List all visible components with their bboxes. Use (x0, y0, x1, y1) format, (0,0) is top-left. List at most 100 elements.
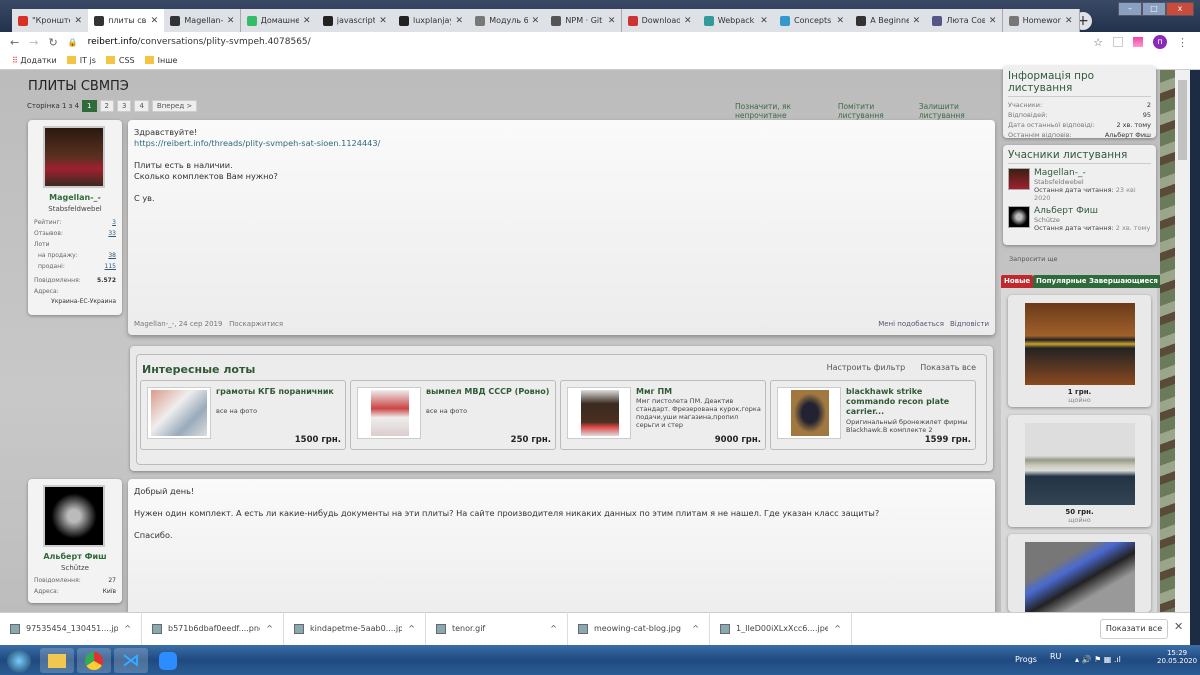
browser-tab[interactable]: плиты свм✕ (88, 9, 166, 32)
close-tab-icon[interactable]: ✕ (151, 16, 159, 26)
download-item[interactable]: tenor.gif ^ (426, 612, 568, 645)
lot-card[interactable]: blackhawk strike commando recon plate ca… (770, 380, 976, 450)
lot-image[interactable] (1024, 542, 1135, 612)
close-tab-icon[interactable]: ✕ (455, 16, 463, 26)
close-tab-icon[interactable]: ✕ (532, 16, 540, 26)
avatar[interactable] (1008, 168, 1030, 190)
language-indicator[interactable]: RU (1050, 652, 1061, 661)
avatar[interactable] (43, 485, 105, 547)
lot-image[interactable] (147, 387, 211, 439)
page-link[interactable]: 3 (116, 100, 132, 112)
vscode-icon[interactable]: ⋊ (114, 648, 148, 673)
stat-link[interactable]: 115 (105, 263, 116, 270)
browser-tab[interactable]: Homework✕ (1002, 9, 1080, 32)
profile-avatar[interactable]: п (1153, 35, 1167, 49)
reload-icon[interactable]: ↻ (48, 36, 57, 49)
page-link[interactable]: 4 (134, 100, 149, 112)
report-link[interactable]: Поскаржитися (229, 320, 283, 328)
zoom-icon[interactable] (151, 648, 185, 673)
download-item[interactable]: b571b6dbaf0eedf....png ^ (142, 612, 284, 645)
lot-image[interactable] (357, 387, 421, 439)
stat-link[interactable]: 3 (112, 219, 116, 226)
chevron-up-icon[interactable]: ^ (124, 624, 131, 633)
show-all-downloads-button[interactable]: Показати все (1100, 619, 1168, 639)
browser-tab[interactable]: Magellan- ✕ (164, 9, 242, 32)
close-window-button[interactable]: x (1166, 2, 1194, 16)
clock[interactable]: 15:29 20.05.2020 (1157, 649, 1197, 665)
download-item[interactable]: 97535454_130451....jpg ^ (0, 612, 142, 645)
lot-image[interactable] (1024, 303, 1135, 385)
browser-tab[interactable]: A Beginne ✕ (850, 9, 928, 32)
username[interactable]: Magellan-_- (28, 193, 122, 202)
avatar[interactable] (43, 126, 105, 188)
close-tab-icon[interactable]: ✕ (227, 16, 235, 26)
lot-title[interactable]: грамоты КГБ пораничник (216, 387, 341, 397)
stat-link[interactable]: 38 (108, 252, 116, 259)
browser-tab[interactable]: "Кронште ✕ (12, 9, 89, 32)
chevron-up-icon[interactable]: ^ (408, 624, 415, 633)
lot-card[interactable]: грамоты КГБ пораничник все на фото 1500 … (140, 380, 346, 450)
download-item[interactable]: kindapetme-5aab0....jpg ^ (284, 612, 426, 645)
stat-link[interactable]: 33 (108, 230, 116, 237)
lot-image[interactable] (567, 387, 631, 439)
lot-title[interactable]: blackhawk strike commando recon plate ca… (846, 387, 971, 417)
scrollbar-thumb[interactable] (1178, 80, 1187, 160)
extension-icon[interactable] (1133, 37, 1143, 47)
browser-tab[interactable]: Модуль 6 ✕ (469, 9, 547, 32)
tab-ending[interactable]: Завершающиеся (1086, 275, 1161, 288)
chrome-icon[interactable] (77, 648, 111, 673)
leave-conversation-link[interactable]: Залишити листування (919, 102, 995, 120)
bookmark-folder[interactable]: IT js (66, 56, 96, 65)
username[interactable]: Альберт Фиш (28, 552, 122, 561)
tab-popular[interactable]: Популярные (1033, 275, 1090, 288)
close-tab-icon[interactable]: ✕ (760, 16, 768, 26)
menu-icon[interactable]: ⋮ (1177, 36, 1188, 49)
close-tab-icon[interactable]: ✕ (608, 16, 616, 26)
minimize-button[interactable]: – (1118, 2, 1142, 16)
url-input[interactable]: reibert.info/conversations/plity-svmpeh.… (88, 37, 311, 47)
participant[interactable]: Альберт Фиш Schütze Остання дата читання: … (1008, 206, 1151, 232)
lot-title[interactable]: Ммг ПМ (636, 387, 761, 397)
chevron-up-icon[interactable]: ^ (266, 624, 273, 633)
close-tab-icon[interactable]: ✕ (74, 16, 82, 26)
close-tab-icon[interactable]: ✕ (684, 16, 692, 26)
like-link[interactable]: Мені подобається (878, 319, 944, 330)
star-icon[interactable]: ☆ (1093, 36, 1103, 49)
thread-link[interactable]: https://reibert.info/threads/plity-svmpe… (134, 138, 989, 149)
mark-unread-link[interactable]: Позначити, як непрочитане (735, 102, 830, 120)
close-tab-icon[interactable]: ✕ (1065, 16, 1073, 26)
star-conversation-link[interactable]: Помітити листування (838, 102, 911, 120)
browser-tab[interactable]: javascript ✕ (316, 9, 394, 32)
filter-link[interactable]: Настроить фильтр (827, 363, 906, 372)
tab-new[interactable]: Новые (1001, 275, 1034, 288)
tray-icons[interactable]: ▴ 🔊 ⚑ ▦ .ıl (1075, 655, 1121, 664)
page-link[interactable]: 1 (82, 100, 97, 112)
sidebar-lot-card[interactable] (1008, 534, 1151, 612)
bookmark-folder[interactable]: CSS (105, 56, 135, 65)
browser-tab[interactable]: Домашне ✕ (240, 9, 318, 32)
browser-tab[interactable]: luxplanjay ✕ (393, 9, 470, 32)
avatar[interactable] (1008, 206, 1030, 228)
explorer-icon[interactable] (40, 648, 74, 673)
lot-image[interactable] (777, 387, 841, 439)
next-page-link[interactable]: Вперед > (151, 100, 198, 112)
sidebar-lot-card[interactable]: 1 грн. щойно (1008, 295, 1151, 407)
browser-tab[interactable]: Concepts ✕ (774, 9, 851, 32)
forward-icon[interactable]: → (29, 36, 38, 49)
download-item[interactable]: meowing-cat-blog.jpg ^ (568, 612, 710, 645)
back-icon[interactable]: ← (10, 36, 19, 49)
invite-more-link[interactable]: Запросити ще (1003, 252, 1156, 268)
lot-image[interactable] (1024, 423, 1135, 505)
browser-tab[interactable]: Webpack ✕ (697, 9, 775, 32)
bookmark-folder[interactable]: Інше (144, 56, 177, 65)
participant[interactable]: Magellan-_- Stabsfeldwebel Остання дата чи… (1008, 168, 1151, 202)
reply-link[interactable]: Відповісти (950, 319, 989, 330)
close-downloads-icon[interactable]: ✕ (1174, 620, 1183, 633)
toolbar-progs[interactable]: Progs (1015, 655, 1037, 664)
chevron-up-icon[interactable]: ^ (834, 624, 841, 633)
start-button[interactable] (2, 648, 36, 673)
page-link[interactable]: 2 (99, 100, 114, 112)
sidebar-lot-card[interactable]: 50 грн. щойно (1008, 415, 1151, 527)
show-all-link[interactable]: Показать все (920, 363, 976, 372)
lot-card[interactable]: Ммг ПМ Ммг пистолета ПМ. Деактив стандар… (560, 380, 766, 450)
